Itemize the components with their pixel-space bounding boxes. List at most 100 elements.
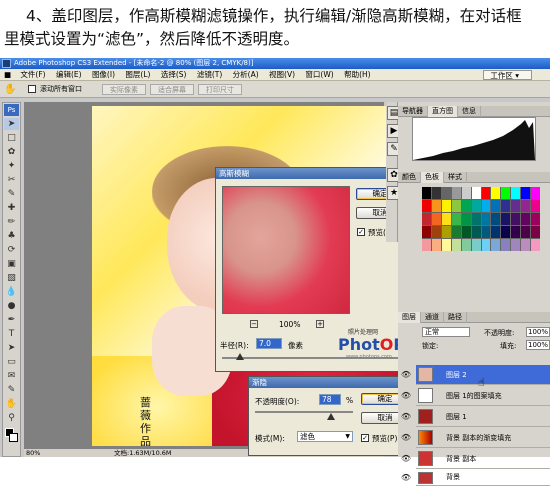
menu-layer[interactable]: 图层(L) bbox=[121, 69, 154, 81]
color-swatch[interactable] bbox=[491, 187, 501, 199]
color-swatch[interactable] bbox=[531, 239, 540, 251]
notes-tool-icon[interactable]: ✉ bbox=[4, 370, 19, 382]
eye-icon[interactable]: 👁 bbox=[400, 432, 412, 444]
color-swatch[interactable] bbox=[431, 200, 441, 212]
color-swatch[interactable] bbox=[451, 213, 461, 225]
background-color[interactable] bbox=[9, 433, 18, 442]
zoom-level[interactable]: 80% bbox=[26, 449, 40, 457]
zoom-in-icon[interactable]: + bbox=[316, 320, 324, 328]
blur-preview-image[interactable] bbox=[222, 186, 350, 314]
tab-histogram[interactable]: 直方图 bbox=[428, 106, 458, 117]
marquee-tool-icon[interactable]: □ bbox=[4, 132, 19, 144]
gauss-preview-checkbox[interactable]: ✓ bbox=[357, 228, 365, 236]
color-swatch[interactable] bbox=[481, 187, 491, 199]
color-swatch[interactable] bbox=[461, 200, 471, 212]
color-swatch[interactable] bbox=[441, 239, 451, 251]
swatch-grid[interactable] bbox=[422, 187, 540, 251]
color-swatches[interactable] bbox=[3, 426, 20, 448]
fill-value[interactable]: 100% bbox=[526, 340, 550, 350]
eye-icon[interactable]: 👁 bbox=[400, 390, 412, 402]
tab-layers[interactable]: 图层 bbox=[398, 312, 421, 323]
color-swatch[interactable] bbox=[471, 200, 481, 212]
color-swatch[interactable] bbox=[422, 213, 431, 225]
color-swatch[interactable] bbox=[481, 213, 491, 225]
color-swatch[interactable] bbox=[521, 226, 531, 238]
zoom-out-icon[interactable]: − bbox=[250, 320, 258, 328]
color-swatch[interactable] bbox=[451, 187, 461, 199]
color-swatch[interactable] bbox=[511, 239, 521, 251]
eye-icon[interactable]: 👁 bbox=[400, 453, 412, 465]
menu-help[interactable]: 帮助(H) bbox=[340, 69, 375, 81]
shape-tool-icon[interactable]: ▭ bbox=[4, 356, 19, 368]
actual-pixels-button[interactable]: 实际像素 bbox=[102, 84, 146, 95]
gradient-tool-icon[interactable]: ▧ bbox=[4, 272, 19, 284]
color-swatch[interactable] bbox=[511, 200, 521, 212]
color-swatch[interactable] bbox=[501, 226, 511, 238]
zoom-tool-icon[interactable]: ⚲ bbox=[4, 412, 19, 424]
print-size-button[interactable]: 打印尺寸 bbox=[198, 84, 242, 95]
color-swatch[interactable] bbox=[451, 226, 461, 238]
color-swatch[interactable] bbox=[481, 200, 491, 212]
color-swatch[interactable] bbox=[461, 213, 471, 225]
color-swatch[interactable] bbox=[422, 226, 431, 238]
tab-swatches[interactable]: 色板 bbox=[421, 172, 444, 183]
color-swatch[interactable] bbox=[422, 239, 431, 251]
workspace-dropdown[interactable]: 工作区 ▾ bbox=[483, 70, 532, 80]
color-swatch[interactable] bbox=[521, 213, 531, 225]
eye-icon[interactable]: 👁 bbox=[400, 411, 412, 423]
color-swatch[interactable] bbox=[461, 187, 471, 199]
color-swatch[interactable] bbox=[501, 213, 511, 225]
scroll-all-checkbox[interactable] bbox=[28, 85, 36, 93]
color-swatch[interactable] bbox=[441, 187, 451, 199]
color-swatch[interactable] bbox=[431, 187, 441, 199]
color-swatch[interactable] bbox=[471, 187, 481, 199]
color-swatch[interactable] bbox=[531, 187, 540, 199]
healing-brush-icon[interactable]: ✚ bbox=[4, 202, 19, 214]
brush-tool-icon[interactable]: ✏ bbox=[4, 216, 19, 228]
color-swatch[interactable] bbox=[441, 226, 451, 238]
menu-view[interactable]: 视图(V) bbox=[265, 69, 299, 81]
color-swatch[interactable] bbox=[531, 200, 540, 212]
color-swatch[interactable] bbox=[481, 239, 491, 251]
tab-styles[interactable]: 样式 bbox=[444, 172, 467, 183]
color-swatch[interactable] bbox=[521, 239, 531, 251]
color-swatch[interactable] bbox=[461, 226, 471, 238]
fade-opacity-input[interactable]: 78 bbox=[319, 394, 341, 405]
color-swatch[interactable] bbox=[422, 187, 431, 199]
menu-file[interactable]: 文件(F) bbox=[16, 69, 49, 81]
path-select-icon[interactable]: ➤ bbox=[4, 342, 19, 354]
layer-row[interactable]: 👁 背景 副本 bbox=[401, 449, 550, 469]
color-swatch[interactable] bbox=[531, 213, 540, 225]
layer-row[interactable]: 👁 图层 1的图案填充 bbox=[401, 386, 550, 406]
tab-color[interactable]: 颜色 bbox=[398, 172, 421, 183]
menu-window[interactable]: 窗口(W) bbox=[301, 69, 337, 81]
radius-input[interactable]: 7.0 bbox=[256, 338, 282, 349]
color-swatch[interactable] bbox=[501, 200, 511, 212]
tab-channels[interactable]: 通道 bbox=[421, 312, 444, 323]
color-swatch[interactable] bbox=[511, 213, 521, 225]
crop-tool-icon[interactable]: ✂ bbox=[4, 174, 19, 186]
fade-slider-thumb[interactable] bbox=[327, 413, 336, 420]
color-swatch[interactable] bbox=[451, 200, 461, 212]
type-tool-icon[interactable]: T bbox=[4, 328, 19, 340]
color-swatch[interactable] bbox=[491, 200, 501, 212]
hand-tool-icon-2[interactable]: ✋ bbox=[4, 398, 19, 410]
color-swatch[interactable] bbox=[491, 213, 501, 225]
color-swatch[interactable] bbox=[441, 213, 451, 225]
layer-opacity-value[interactable]: 100% bbox=[526, 327, 550, 337]
tab-paths[interactable]: 路径 bbox=[444, 312, 467, 323]
color-swatch[interactable] bbox=[501, 187, 511, 199]
color-swatch[interactable] bbox=[511, 187, 521, 199]
clone-stamp-icon[interactable]: ♣ bbox=[4, 230, 19, 242]
lasso-tool-icon[interactable]: ✿ bbox=[4, 146, 19, 158]
eraser-tool-icon[interactable]: ▣ bbox=[4, 258, 19, 270]
move-tool-icon[interactable]: ➤ bbox=[4, 118, 19, 130]
tab-navigator[interactable]: 导航器 bbox=[398, 106, 428, 117]
color-swatch[interactable] bbox=[471, 226, 481, 238]
color-swatch[interactable] bbox=[431, 213, 441, 225]
menu-image[interactable]: 图像(I) bbox=[88, 69, 119, 81]
color-swatch[interactable] bbox=[451, 239, 461, 251]
menu-edit[interactable]: 编辑(E) bbox=[52, 69, 86, 81]
color-swatch[interactable] bbox=[431, 239, 441, 251]
fade-preview-checkbox[interactable]: ✓ bbox=[361, 434, 369, 442]
